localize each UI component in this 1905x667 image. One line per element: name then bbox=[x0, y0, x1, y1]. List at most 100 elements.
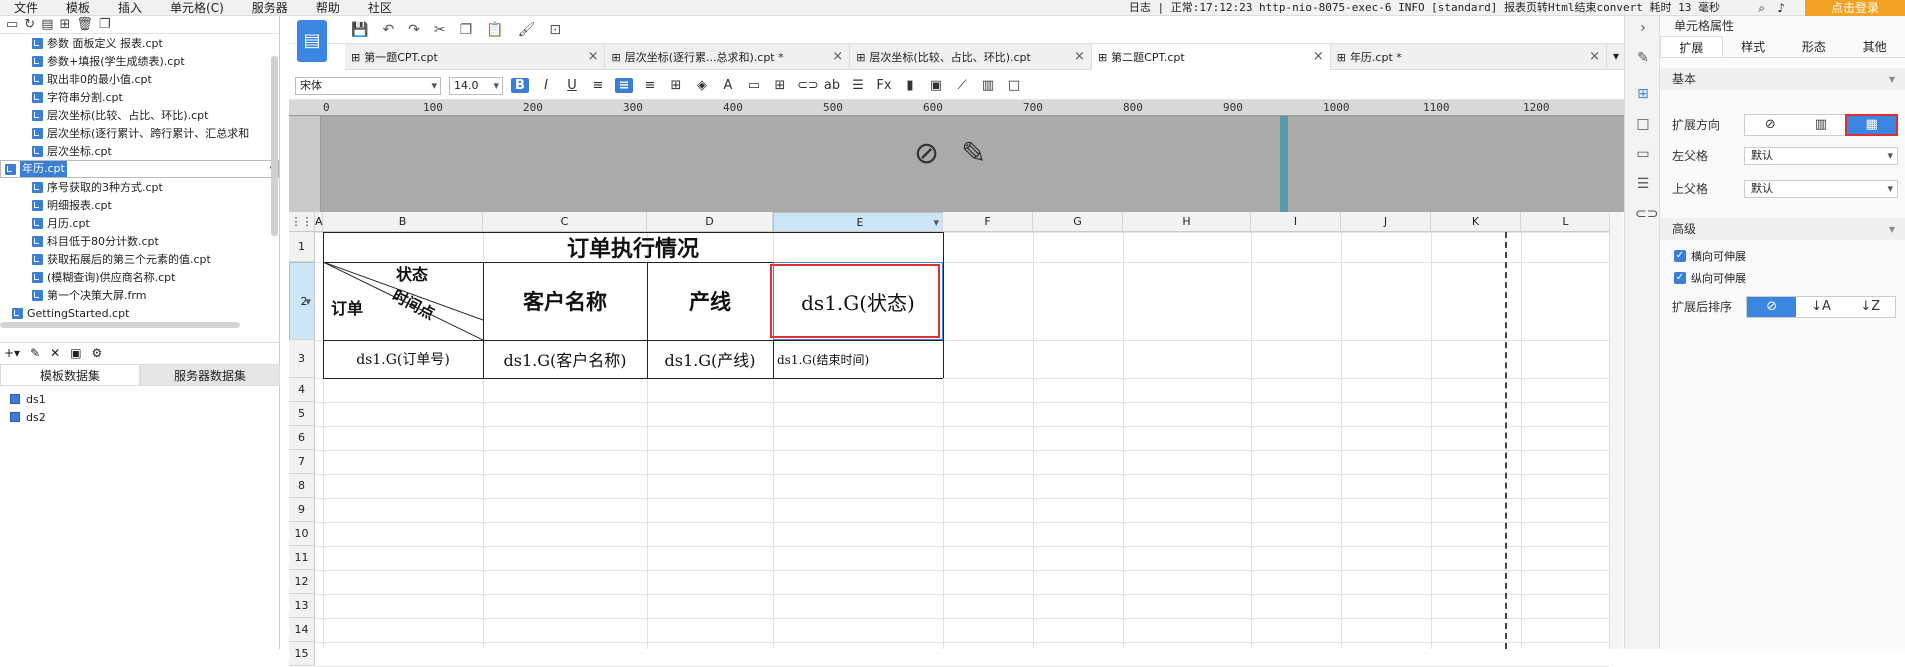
underline-button[interactable]: U bbox=[563, 78, 581, 93]
border-icon[interactable]: ⊞ bbox=[667, 78, 685, 93]
column-header[interactable]: I bbox=[1251, 212, 1341, 232]
tree-scrollbar[interactable] bbox=[271, 56, 278, 236]
column-header[interactable]: H bbox=[1123, 212, 1251, 232]
file-tab[interactable]: ⊞ 层次坐标(比较、占比、环比).cpt × bbox=[850, 44, 1092, 70]
no-sort-icon[interactable]: ⊘ bbox=[1747, 297, 1797, 317]
tree-item[interactable]: 取出非0的最小值.cpt bbox=[0, 70, 279, 88]
report-type-icon[interactable]: ▤ bbox=[297, 20, 327, 62]
corner-select-all[interactable]: ⋮⋮ bbox=[289, 212, 315, 232]
slash-icon[interactable]: ⟋ bbox=[953, 78, 971, 93]
tab-list-icon[interactable]: ▾ bbox=[1607, 44, 1625, 69]
column-header[interactable]: K bbox=[1431, 212, 1521, 232]
italic-button[interactable]: I bbox=[537, 78, 555, 93]
tree-item-root[interactable]: GettingStarted.cpt bbox=[0, 304, 279, 322]
cell-attributes-icon[interactable]: ⊞ bbox=[1635, 86, 1651, 102]
tree-item[interactable]: 明细报表.cpt bbox=[0, 196, 279, 214]
close-tab-icon[interactable]: × bbox=[1074, 49, 1085, 64]
tab-template-dataset[interactable]: 模板数据集 bbox=[0, 364, 140, 386]
no-expand-icon[interactable]: ⊘ bbox=[1745, 115, 1796, 135]
tree-item[interactable]: (模糊查询)供应商名称.cpt bbox=[0, 268, 279, 286]
delete-icon[interactable]: 🗑 bbox=[76, 17, 93, 32]
frame-icon[interactable]: □ bbox=[1005, 78, 1023, 93]
menu-file[interactable]: 文件 bbox=[0, 0, 52, 16]
grid-vertical-scrollbar[interactable] bbox=[1609, 212, 1623, 649]
cell-element-icon[interactable]: □ bbox=[1635, 116, 1651, 132]
bell-icon[interactable]: ♪ bbox=[1777, 1, 1785, 15]
data-line[interactable]: ds1.G(产线) bbox=[647, 340, 773, 378]
tree-item[interactable]: 字符串分割.cpt bbox=[0, 88, 279, 106]
font-color-icon[interactable]: A bbox=[719, 78, 737, 93]
data-end-time[interactable]: ds1.G(结束时间) bbox=[777, 340, 943, 378]
column-header[interactable]: D bbox=[647, 212, 773, 232]
tree-horizontal-scrollbar[interactable] bbox=[0, 322, 240, 328]
font-size-select[interactable]: 14.0 bbox=[449, 76, 503, 95]
text-icon[interactable]: ab bbox=[823, 78, 841, 93]
column-header[interactable]: F bbox=[943, 212, 1033, 232]
copy-icon[interactable]: ❐ bbox=[99, 17, 111, 32]
data-order[interactable]: ds1.G(订单号) bbox=[323, 340, 483, 378]
link-icon[interactable]: ⊂⊃ bbox=[1635, 206, 1658, 222]
row-header[interactable]: 5 bbox=[289, 402, 315, 426]
format-painter-icon[interactable]: 🖌 bbox=[518, 22, 536, 38]
tree-item[interactable]: 获取拓展后的第三个元素的值.cpt bbox=[0, 250, 279, 268]
tab-server-dataset[interactable]: 服务器数据集 bbox=[140, 364, 280, 386]
column-header[interactable]: J bbox=[1341, 212, 1431, 232]
row-header[interactable]: 4 bbox=[289, 378, 315, 402]
align-center-icon[interactable]: ≡ bbox=[615, 78, 633, 93]
section-advanced[interactable]: 高级 bbox=[1660, 218, 1905, 240]
row-header[interactable]: 13 bbox=[289, 594, 315, 618]
left-parent-select[interactable]: 默认 bbox=[1744, 147, 1898, 165]
dataset-item[interactable]: ds2 bbox=[10, 408, 46, 426]
data-customer[interactable]: ds1.G(客户名称) bbox=[483, 340, 647, 378]
tree-item[interactable]: 年历.cpt bbox=[0, 160, 279, 178]
file-tab[interactable]: ⊞ 年历.cpt * × bbox=[1331, 44, 1607, 70]
menu-help[interactable]: 帮助 bbox=[302, 0, 354, 16]
menu-template[interactable]: 模板 bbox=[52, 0, 104, 16]
sort-ascending-icon[interactable]: ↓A bbox=[1796, 297, 1845, 317]
login-button[interactable]: 点击登录 bbox=[1805, 0, 1905, 16]
unmerge-icon[interactable]: ⊞ bbox=[771, 78, 789, 93]
column-header[interactable]: L bbox=[1521, 212, 1611, 232]
new-folder-icon[interactable]: ▭ bbox=[6, 17, 18, 32]
image-icon[interactable]: ▣ bbox=[927, 78, 945, 93]
cut-icon[interactable]: ✂ bbox=[434, 22, 446, 38]
row-header[interactable]: 8 bbox=[289, 474, 315, 498]
menu-insert[interactable]: 插入 bbox=[104, 0, 156, 16]
tree-item[interactable]: 层次坐标(逐行累计、跨行累计、汇总求和 bbox=[0, 124, 279, 142]
save-icon[interactable]: 💾 bbox=[351, 22, 368, 38]
page-boundary-marker[interactable] bbox=[1280, 116, 1288, 212]
tab-other[interactable]: 其他 bbox=[1844, 36, 1905, 57]
tree-item[interactable]: 科目低于80分计数.cpt bbox=[0, 232, 279, 250]
redo-icon[interactable]: ↷ bbox=[408, 22, 420, 38]
pencil-icon[interactable]: ✎ bbox=[961, 136, 986, 171]
eye-hidden-icon[interactable]: ⊘ bbox=[914, 136, 939, 171]
tree-item[interactable]: 序号获取的3种方式.cpt bbox=[0, 178, 279, 196]
row-header[interactable]: 7 bbox=[289, 450, 315, 474]
tree-item[interactable]: 参数+填报(学生成绩表).cpt bbox=[0, 52, 279, 70]
row-header[interactable]: 2 bbox=[289, 262, 315, 341]
align-right-icon[interactable]: ≡ bbox=[641, 78, 659, 93]
menu-server[interactable]: 服务器 bbox=[238, 0, 302, 16]
font-family-select[interactable]: 宋体 bbox=[295, 76, 441, 95]
condition-icon[interactable]: ☰ bbox=[1635, 176, 1651, 192]
preview-icon[interactable]: ⊡ bbox=[549, 22, 561, 38]
dataset-settings-icon[interactable]: ⚙ bbox=[92, 346, 103, 360]
formula-icon[interactable]: Fx bbox=[875, 78, 893, 93]
open-icon[interactable]: ▤ bbox=[41, 17, 53, 32]
file-tab[interactable]: ⊞ 第一题CPT.cpt × bbox=[345, 44, 606, 70]
tree-item[interactable]: 层次坐标(比较、占比、环比).cpt bbox=[0, 106, 279, 124]
sort-descending-icon[interactable]: ↓Z bbox=[1846, 297, 1895, 317]
file-tab[interactable]: ⊞ 层次坐标(逐行累...总求和).cpt * × bbox=[605, 44, 851, 70]
edit-icon[interactable]: ✎ bbox=[1635, 50, 1651, 66]
remove-dataset-icon[interactable]: ✕ bbox=[50, 346, 60, 360]
horizontal-expand-checkbox[interactable]: ✓ 横向可伸展 bbox=[1674, 248, 1746, 264]
close-tab-icon[interactable]: × bbox=[1589, 49, 1600, 64]
copy-icon[interactable]: ❐ bbox=[460, 22, 473, 38]
row-header[interactable]: 9 bbox=[289, 498, 315, 522]
tab-style[interactable]: 样式 bbox=[1723, 36, 1784, 57]
preview-dataset-icon[interactable]: ▣ bbox=[70, 346, 81, 360]
menu-cell[interactable]: 单元格(C) bbox=[156, 0, 238, 16]
menu-community[interactable]: 社区 bbox=[354, 0, 406, 16]
close-tab-icon[interactable]: × bbox=[832, 49, 843, 64]
refresh-icon[interactable]: ↻ bbox=[24, 17, 35, 32]
